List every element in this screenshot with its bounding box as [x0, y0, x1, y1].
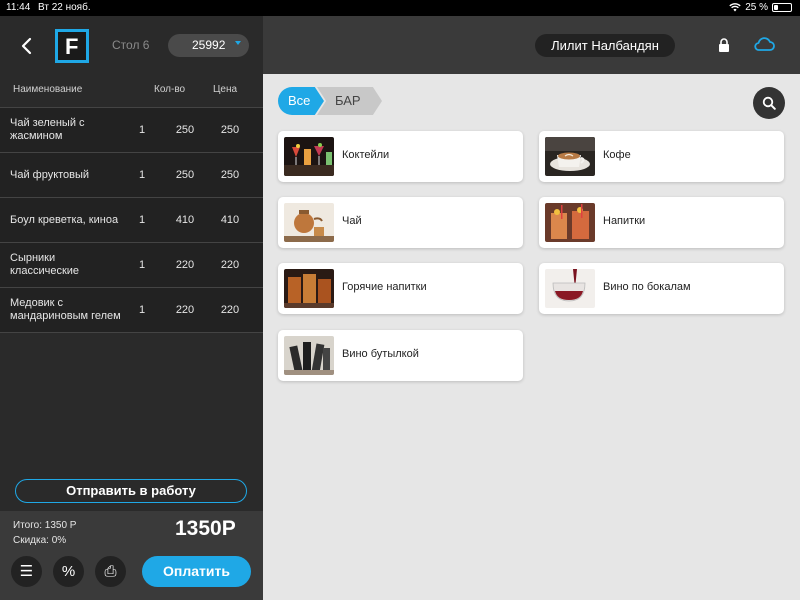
item-price: 220: [175, 259, 195, 271]
item-name: Медовик с мандариновым гелем: [10, 297, 121, 322]
wifi-icon: [729, 3, 741, 12]
battery-percent: 25 %: [745, 2, 768, 13]
item-sum: 220: [220, 304, 240, 316]
item-qty: 1: [138, 259, 146, 271]
pay-button[interactable]: Оплатить: [142, 556, 251, 587]
percent-icon: %: [61, 563, 76, 580]
battery-icon: [772, 3, 792, 12]
header-price: Цена: [213, 84, 238, 95]
category-label: Напитки: [603, 215, 646, 227]
coffee-image: [545, 137, 595, 176]
search-icon: [762, 96, 776, 110]
category-card-wine-glass[interactable]: Вино по бокалам: [539, 263, 784, 314]
table-row[interactable]: Медовик с мандариновым гелем 1 220 220: [0, 288, 263, 333]
category-card-coffee[interactable]: Кофе: [539, 131, 784, 182]
category-card-drinks[interactable]: Напитки: [539, 197, 784, 248]
header-qty: Кол-во: [154, 84, 186, 95]
category-area: БАР Все Коктейли Кофе Чай Напитки Горячи…: [263, 74, 800, 600]
top-bar: Лилит Налбандян: [263, 16, 800, 74]
total-amount: 1350Р: [175, 517, 236, 540]
item-qty: 1: [138, 304, 146, 316]
order-panel: F Стол 6 25992 Наименование Кол-во Цена …: [0, 16, 263, 600]
table-label: Стол 6: [112, 38, 150, 52]
order-footer: Итого: 1350 Р Скидка: 0% 1350Р ☰ % ⎙ Опл…: [0, 511, 263, 600]
item-name: Чай фруктовый: [10, 168, 90, 181]
total-label: Итого: 1350 Р: [13, 520, 77, 531]
status-date: Вт 22 нояб.: [38, 2, 91, 13]
item-sum: 410: [220, 214, 240, 226]
category-card-tea[interactable]: Чай: [278, 197, 523, 248]
order-table-header: Наименование Кол-во Цена: [0, 82, 263, 108]
item-name: Чай зеленый с жасмином: [10, 117, 85, 142]
tea-image: [284, 203, 334, 242]
status-right: 25 %: [729, 2, 792, 13]
wine-bottle-image: [284, 336, 334, 375]
menu-icon: ☰: [19, 563, 34, 580]
category-label: Вино по бокалам: [603, 281, 691, 293]
item-qty: 1: [138, 214, 146, 226]
caret-down-icon: [235, 41, 241, 45]
cocktails-image: [284, 137, 334, 176]
item-name: Сырники классические: [10, 252, 80, 277]
table-row[interactable]: Боул креветка, киноа 1 410 410: [0, 198, 263, 243]
item-price: 410: [175, 214, 195, 226]
back-button[interactable]: [16, 34, 36, 58]
order-header: F Стол 6 25992: [0, 16, 263, 76]
logo-letter: F: [65, 34, 79, 59]
printer-icon: ⎙: [104, 563, 117, 580]
app-logo: F: [55, 29, 89, 63]
discount-button[interactable]: %: [53, 556, 84, 587]
item-price: 220: [175, 304, 195, 316]
breadcrumb-bar[interactable]: БАР: [317, 87, 382, 115]
table-row[interactable]: Сырники классические 1 220 220: [0, 243, 263, 288]
item-price: 250: [175, 124, 195, 136]
table-row[interactable]: Чай зеленый с жасмином 1 250 250: [0, 108, 263, 153]
item-sum: 250: [220, 124, 240, 136]
cloud-icon[interactable]: [753, 36, 775, 52]
status-bar: 11:44 Вт 22 нояб. 25 %: [0, 0, 800, 16]
header-name: Наименование: [13, 84, 83, 95]
category-label: Коктейли: [342, 149, 390, 161]
item-qty: 1: [138, 124, 146, 136]
status-time: 11:44: [6, 2, 31, 13]
drinks-image: [545, 203, 595, 242]
order-rows: Чай зеленый с жасмином 1 250 250 Чай фру…: [0, 108, 263, 333]
item-name: Боул креветка, киноа: [10, 213, 119, 226]
item-qty: 1: [138, 169, 146, 181]
category-card-cocktails[interactable]: Коктейли: [278, 131, 523, 182]
breadcrumb-all[interactable]: Все: [278, 87, 324, 115]
chevron-left-icon: [21, 37, 32, 55]
category-label: Чай: [342, 215, 362, 227]
order-number: 25992: [192, 38, 226, 52]
lock-icon[interactable]: [718, 38, 730, 52]
item-price: 250: [175, 169, 195, 181]
discount-label: Скидка: 0%: [13, 535, 67, 546]
menu-button[interactable]: ☰: [11, 556, 42, 587]
category-card-hot-drinks[interactable]: Горячие напитки: [278, 263, 523, 314]
order-number-select[interactable]: 25992: [168, 34, 249, 57]
category-card-wine-bottle[interactable]: Вино бутылкой: [278, 330, 523, 381]
search-button[interactable]: [753, 87, 785, 119]
print-button[interactable]: ⎙: [95, 556, 126, 587]
table-row[interactable]: Чай фруктовый 1 250 250: [0, 153, 263, 198]
category-label: Вино бутылкой: [342, 348, 419, 360]
send-to-kitchen-button[interactable]: Отправить в работу: [15, 479, 247, 503]
item-sum: 250: [220, 169, 240, 181]
user-name-button[interactable]: Лилит Налбандян: [535, 34, 675, 57]
item-sum: 220: [220, 259, 240, 271]
hot-drinks-image: [284, 269, 334, 308]
category-label: Кофе: [603, 149, 631, 161]
wine-glass-image: [545, 269, 595, 308]
category-label: Горячие напитки: [342, 281, 427, 293]
